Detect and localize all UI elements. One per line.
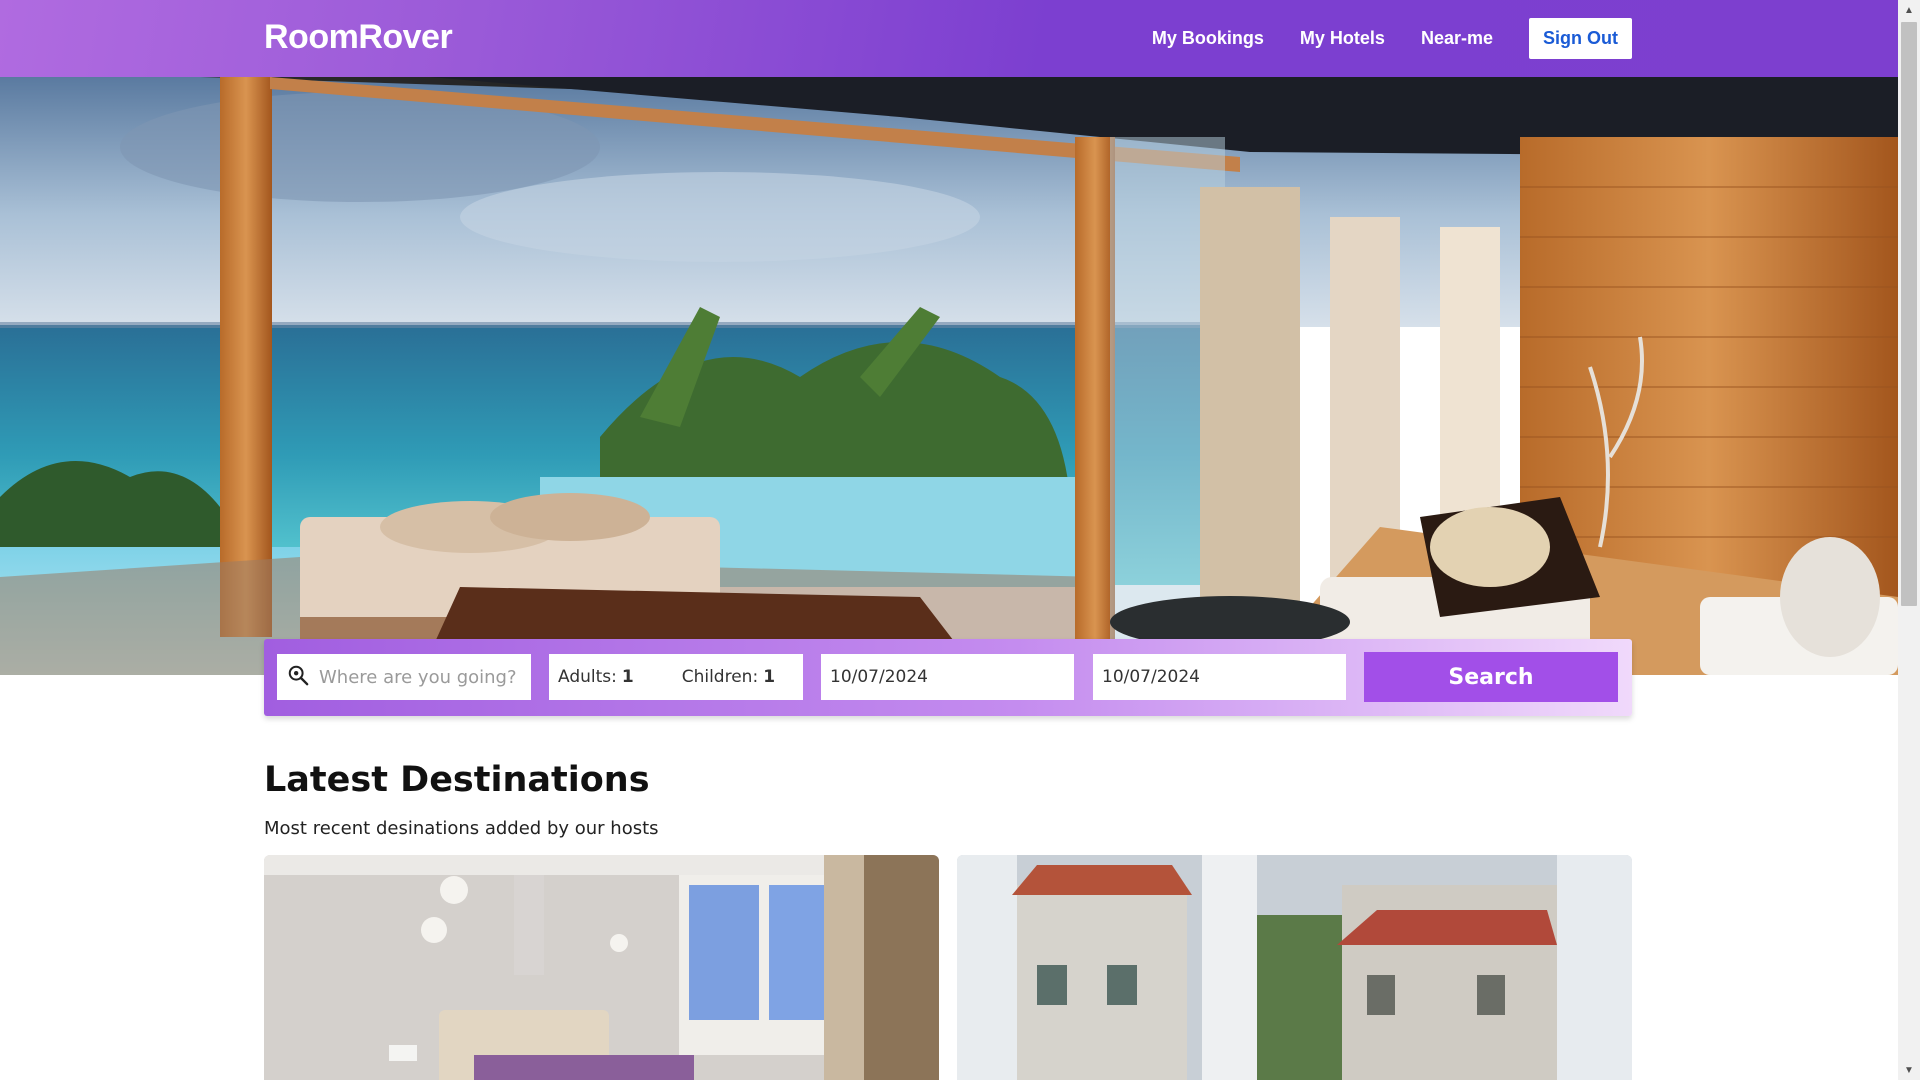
check-out-date-field[interactable]: 10/07/2024 (1093, 654, 1346, 700)
main-nav: My Bookings My Hotels Near-me Sign Out (1134, 18, 1632, 59)
logo[interactable]: RoomRover (264, 18, 453, 57)
hero-image (0, 77, 1898, 675)
destination-input[interactable]: Where are you going? (277, 654, 531, 700)
destination-card[interactable] (264, 855, 939, 1080)
nav-my-bookings[interactable]: My Bookings (1134, 28, 1282, 49)
guests-field[interactable]: Adults: 1 Children: 1 (549, 654, 803, 700)
destination-placeholder: Where are you going? (319, 666, 517, 688)
check-in-date-field[interactable]: 10/07/2024 (821, 654, 1074, 700)
page-scrollbar[interactable]: ▲ ▼ (1898, 0, 1920, 1080)
destination-image (264, 855, 939, 1080)
page: RoomRover My Bookings My Hotels Near-me … (0, 0, 1920, 1080)
search-bar: Where are you going? Adults: 1 Children:… (264, 639, 1632, 716)
nav-near-me[interactable]: Near-me (1403, 28, 1511, 49)
nav-my-hotels[interactable]: My Hotels (1282, 28, 1403, 49)
destination-image (957, 855, 1632, 1080)
section-title: Latest Destinations (264, 760, 650, 800)
search-location-icon (287, 664, 309, 691)
adults-value[interactable]: 1 (622, 667, 634, 687)
scrollbar-thumb[interactable] (1901, 22, 1917, 606)
chevron-down-icon[interactable]: ▼ (1898, 1060, 1920, 1080)
chevron-up-icon[interactable]: ▲ (1898, 0, 1920, 20)
section-subtitle: Most recent desinations added by our hos… (264, 818, 659, 839)
children-value[interactable]: 1 (763, 667, 775, 687)
adults-label: Adults: (558, 667, 617, 687)
top-nav-bar: RoomRover My Bookings My Hotels Near-me … (0, 0, 1898, 77)
children-label: Children: (681, 667, 759, 687)
destination-card[interactable] (957, 855, 1632, 1080)
sign-out-button[interactable]: Sign Out (1529, 18, 1632, 59)
search-button[interactable]: Search (1364, 652, 1618, 702)
